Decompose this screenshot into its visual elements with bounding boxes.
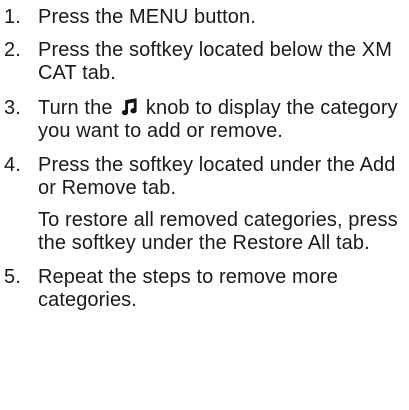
instruction-steps: 1. Press the MENU button. 2. Press the s… <box>0 0 409 312</box>
step-text: Press the softkey located below the XM C… <box>38 39 392 84</box>
step-note: To restore all removed categories, press… <box>38 209 398 254</box>
step-3: 3. Turn the knob to display the category… <box>0 97 409 143</box>
music-note-icon <box>122 98 137 116</box>
step-number: 3. <box>4 97 21 119</box>
step-text: Press the softkey located under the Add … <box>38 154 396 199</box>
step-number: 4. <box>4 154 21 176</box>
step-2: 2. Press the softkey located below the X… <box>0 39 409 85</box>
step-number: 1. <box>4 6 21 28</box>
step-number: 2. <box>4 39 21 61</box>
step-text: Repeat the steps to remove more categori… <box>38 266 338 311</box>
step-4: 4. Press the softkey located under the A… <box>0 154 409 255</box>
step-text: Press the MENU button. <box>38 6 256 28</box>
step-number: 5. <box>4 266 21 288</box>
step-text: Turn the knob to display the category yo… <box>38 97 409 143</box>
step-1: 1. Press the MENU button. <box>0 6 409 29</box>
step-text-before-icon: Turn the <box>38 97 113 119</box>
step-5: 5. Repeat the steps to remove more categ… <box>0 266 409 312</box>
